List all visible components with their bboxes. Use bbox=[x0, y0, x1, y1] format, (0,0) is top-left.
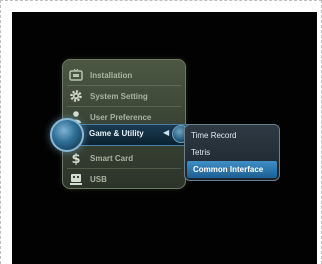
submenu-item-label: Time Record bbox=[191, 131, 237, 140]
menu-item-usb[interactable]: USB bbox=[63, 169, 185, 189]
usb-icon bbox=[69, 172, 83, 186]
submenu-item-label: Tetris bbox=[191, 148, 211, 157]
gear-icon bbox=[69, 89, 83, 103]
submenu-item-label: Common Interface bbox=[193, 165, 264, 174]
submenu-item-time-record[interactable]: Time Record bbox=[185, 127, 279, 144]
dollar-icon: $ bbox=[69, 151, 83, 165]
globe-icon bbox=[50, 118, 84, 152]
menu-item-smart-card[interactable]: $ Smart Card bbox=[63, 148, 185, 168]
arrow-left-icon: ◀ bbox=[163, 128, 170, 137]
menu-item-label: Installation bbox=[90, 70, 133, 80]
menu-item-label: System Setting bbox=[90, 91, 148, 101]
menu-item-label: Smart Card bbox=[90, 153, 134, 163]
menu-item-label: USB bbox=[90, 174, 107, 184]
menu-item-system-setting[interactable]: System Setting bbox=[63, 86, 185, 106]
frame-border-top bbox=[0, 0, 322, 1]
menu-item-label-selected: Game & Utility bbox=[89, 129, 144, 138]
frame-border-left bbox=[0, 0, 1, 264]
menu-item-installation[interactable]: Installation bbox=[63, 65, 185, 85]
menu-item-label: User Preference bbox=[90, 112, 152, 122]
tv-screen: Installation System Setting User Prefere… bbox=[12, 12, 317, 264]
svg-text:$: $ bbox=[71, 152, 80, 165]
submenu-item-tetris[interactable]: Tetris bbox=[185, 144, 279, 161]
submenu-game-utility: Time Record Tetris Common Interface bbox=[184, 124, 280, 181]
tv-icon bbox=[69, 68, 83, 82]
submenu-item-common-interface[interactable]: Common Interface bbox=[187, 161, 277, 178]
